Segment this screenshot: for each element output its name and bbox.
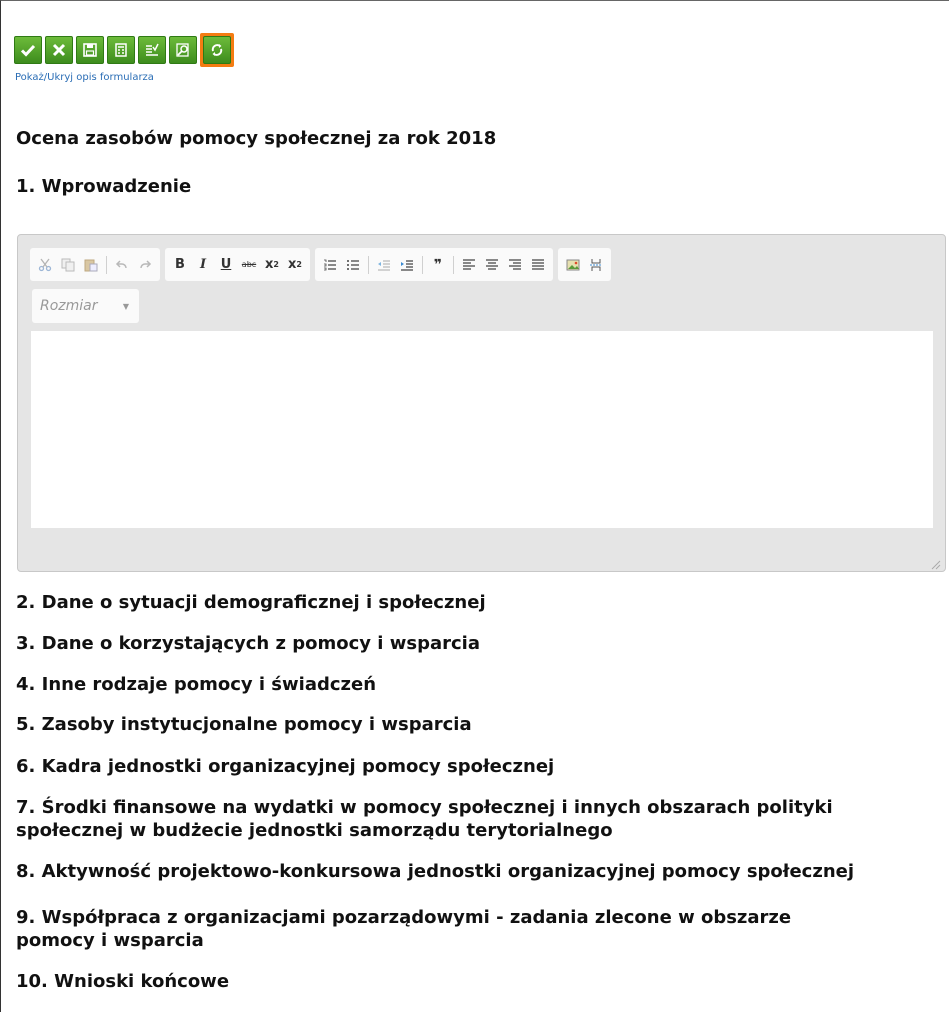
cut-button[interactable] (34, 253, 56, 277)
image-icon (566, 259, 580, 270)
align-center-button[interactable] (481, 253, 503, 277)
toolbar-separator (453, 255, 454, 274)
preview-button[interactable] (169, 36, 197, 64)
section-10[interactable]: 10. Wnioski końcowe (16, 970, 229, 993)
validate-button[interactable] (138, 36, 166, 64)
toolbar-separator (422, 255, 423, 274)
subscript-label: x (265, 257, 274, 272)
insert-group (558, 248, 611, 281)
font-size-placeholder: Rozmiar (40, 298, 98, 314)
indent-button[interactable] (396, 253, 418, 277)
section-9[interactable]: 9. Współpraca z organizacjami pozarządow… (16, 906, 876, 952)
bold-button[interactable]: B (169, 253, 191, 277)
align-right-icon (509, 258, 521, 270)
cancel-button[interactable] (45, 36, 73, 64)
font-size-dropdown[interactable]: Rozmiar ▼ (32, 289, 139, 323)
paste-button[interactable] (80, 253, 102, 277)
underline-button[interactable]: U (215, 253, 237, 277)
align-right-button[interactable] (504, 253, 526, 277)
redo-icon (140, 259, 152, 268)
accept-button[interactable] (14, 36, 42, 64)
section-5[interactable]: 5. Zasoby instytucjonalne pomocy i wspar… (16, 713, 472, 736)
italic-button[interactable]: I (192, 253, 214, 277)
refresh-button[interactable] (200, 33, 234, 67)
align-center-icon (486, 258, 498, 270)
blockquote-button[interactable]: ❞ (427, 253, 449, 277)
refresh-button-face (203, 36, 231, 64)
section-2[interactable]: 2. Dane o sytuacji demograficznej i społ… (16, 591, 486, 614)
section-1[interactable]: 1. Wprowadzenie (16, 175, 191, 198)
numbered-list-icon (324, 259, 336, 270)
floppy-icon (83, 43, 97, 57)
strike-button[interactable]: abc (238, 253, 260, 277)
rich-text-editor: B I U abc x2 x2 ❞ Rozmiar ▼ (17, 234, 946, 572)
bulleted-list-button[interactable] (342, 253, 364, 277)
outdent-icon (378, 259, 390, 271)
numbered-list-button[interactable] (319, 253, 341, 277)
superscript-mark: 2 (296, 260, 302, 269)
paragraph-group: ❞ (315, 248, 553, 281)
form-toolbar (14, 33, 234, 70)
toggle-description-link[interactable]: Pokaż/Ukryj opis formularza (15, 72, 154, 83)
paste-icon (84, 259, 98, 271)
page-break-icon (590, 258, 602, 271)
toolbar-separator (368, 255, 369, 274)
clipboard-group (30, 248, 160, 281)
calculator-icon (115, 43, 127, 57)
form-title: Ocena zasobów pomocy społecznej za rok 2… (16, 128, 497, 149)
indent-icon (401, 259, 413, 271)
align-left-button[interactable] (458, 253, 480, 277)
undo-button[interactable] (111, 253, 133, 277)
editor-content-area[interactable] (31, 331, 933, 528)
section-7[interactable]: 7. Środki finansowe na wydatki w pomocy … (16, 796, 916, 842)
calculate-button[interactable] (107, 36, 135, 64)
check-icon (20, 44, 36, 57)
justify-icon (532, 258, 544, 270)
insert-image-button[interactable] (562, 253, 584, 277)
subscript-button[interactable]: x2 (261, 253, 283, 277)
superscript-label: x (288, 257, 297, 272)
outdent-button[interactable] (373, 253, 395, 277)
toolbar-separator (106, 255, 107, 274)
section-8[interactable]: 8. Aktywność projektowo-konkursowa jedno… (16, 860, 854, 883)
close-icon (52, 43, 66, 57)
resize-handle-icon[interactable] (929, 555, 941, 570)
superscript-button[interactable]: x2 (284, 253, 306, 277)
redo-button[interactable] (134, 253, 156, 277)
basic-styles-group: B I U abc x2 x2 (165, 248, 310, 281)
section-4[interactable]: 4. Inne rodzaje pomocy i świadczeń (16, 673, 376, 696)
chevron-down-icon: ▼ (122, 301, 129, 311)
copy-button[interactable] (57, 253, 79, 277)
scissors-icon (38, 258, 52, 271)
subscript-mark: 2 (273, 260, 279, 269)
section-6[interactable]: 6. Kadra jednostki organizacyjnej pomocy… (16, 755, 554, 778)
align-left-icon (463, 258, 475, 270)
page-break-button[interactable] (585, 253, 607, 277)
checklist-icon (146, 43, 159, 56)
section-3[interactable]: 3. Dane o korzystających z pomocy i wspa… (16, 632, 480, 655)
copy-icon (61, 258, 75, 271)
undo-icon (115, 259, 127, 268)
editor-toolbar: B I U abc x2 x2 ❞ (30, 248, 611, 281)
bulleted-list-icon (347, 259, 359, 270)
search-document-icon (176, 43, 189, 57)
justify-button[interactable] (527, 253, 549, 277)
refresh-icon (211, 44, 223, 56)
save-button[interactable] (76, 36, 104, 64)
